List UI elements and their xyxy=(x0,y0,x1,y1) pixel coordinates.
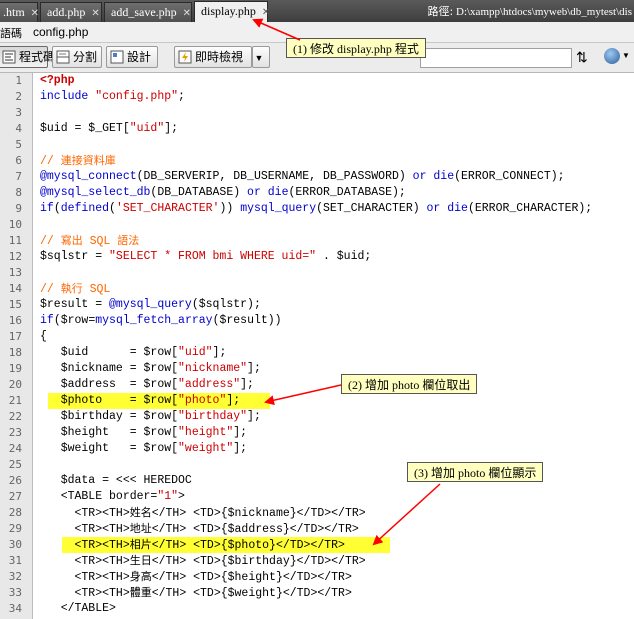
code-line: // 寫出 SQL 語法 xyxy=(40,234,140,248)
line-number: 19 xyxy=(8,362,22,375)
code-line: $uid = $row["uid"]; xyxy=(40,346,227,359)
code-line: </TABLE> xyxy=(40,602,116,615)
line-number: 11 xyxy=(8,234,22,247)
callout-1: (1) 修改 display.php 程式 xyxy=(286,38,426,58)
split-view-button[interactable]: 分割 xyxy=(52,46,102,68)
sort-icon[interactable]: ⇅ xyxy=(576,49,588,66)
line-number: 29 xyxy=(8,522,22,535)
line-number: 22 xyxy=(8,410,22,423)
line-number: 12 xyxy=(8,250,22,263)
line-number: 1 xyxy=(15,74,22,87)
code-line: <TR><TH>相片</TH> <TD>{$photo}</TD></TR> xyxy=(40,538,345,552)
design-view-button[interactable]: 設計 xyxy=(106,46,158,68)
tab-htm[interactable]: .htm ✕ xyxy=(0,2,39,22)
code-line: $data = <<< HEREDOC xyxy=(40,474,192,487)
code-line: $weight = $row["weight"]; xyxy=(40,442,248,455)
line-number: 6 xyxy=(15,154,22,167)
code-line: $address = $row["address"]; xyxy=(40,378,254,391)
code-line: $nickname = $row["nickname"]; xyxy=(40,362,261,375)
code-icon xyxy=(2,50,16,64)
line-number: 3 xyxy=(15,106,22,119)
code-line: include "config.php"; xyxy=(40,90,185,103)
line-number: 20 xyxy=(8,378,22,391)
address-field[interactable] xyxy=(420,48,572,68)
line-number: 10 xyxy=(8,218,22,231)
code-line: <?php xyxy=(40,74,75,87)
chevron-down-icon: ▼ xyxy=(254,53,264,63)
line-number: 8 xyxy=(15,186,22,199)
line-number: 5 xyxy=(15,138,22,151)
close-icon[interactable]: ✕ xyxy=(91,8,99,19)
line-number: 2 xyxy=(15,90,22,103)
line-number: 27 xyxy=(8,490,22,503)
callout-3: (3) 增加 photo 欄位顯示 xyxy=(407,462,544,482)
code-line: <TR><TH>身高</TH> <TD>{$height}</TD></TR> xyxy=(40,570,352,584)
callout-2: (2) 增加 photo 欄位取出 xyxy=(341,374,478,394)
line-number: 4 xyxy=(15,122,22,135)
line-number: 21 xyxy=(8,394,22,407)
code-line: <TABLE border="1"> xyxy=(40,490,185,503)
line-number: 13 xyxy=(8,266,22,279)
related-file-config[interactable]: config.php xyxy=(33,25,88,39)
code-line: <TR><TH>生日</TH> <TD>{$birthday}</TD></TR… xyxy=(40,554,366,568)
code-line: // 執行 SQL xyxy=(40,282,111,296)
line-number: 32 xyxy=(8,570,22,583)
line-number: 18 xyxy=(8,346,22,359)
line-number: 24 xyxy=(8,442,22,455)
line-number: 26 xyxy=(8,474,22,487)
line-number: 28 xyxy=(8,506,22,519)
code-line: { xyxy=(40,330,47,343)
tab-add-save-php[interactable]: add_save.php ✕ xyxy=(104,2,192,22)
code-line: <TR><TH>體重</TH> <TD>{$weight}</TD></TR> xyxy=(40,586,352,600)
code-line: <TR><TH>姓名</TH> <TD>{$nickname}</TD></TR… xyxy=(40,506,366,520)
line-number: 31 xyxy=(8,554,22,567)
line-number: 7 xyxy=(15,170,22,183)
line-number: 34 xyxy=(8,602,22,615)
file-path: 路徑: D:\xampp\htdocs\myweb\db_mytest\dis xyxy=(427,5,632,18)
split-icon xyxy=(56,50,70,64)
code-editor[interactable]: 1 2 3 4 5 6 7 8 9 10 11 12 13 14 15 16 17 18 19 20 21 22 23 24 2… xyxy=(0,73,634,619)
line-number: 30 xyxy=(8,538,22,551)
code-line: $uid = $_GET["uid"]; xyxy=(40,122,179,135)
live-view-dropdown[interactable]: ▼ xyxy=(252,46,270,68)
source-code-label[interactable]: 語碼 xyxy=(0,25,22,41)
code-line: @mysql_select_db(DB_DATABASE) or die(ERR… xyxy=(40,186,406,199)
code-line: $sqlstr = "SELECT * FROM bmi WHERE uid="… xyxy=(40,250,372,263)
line-number: 15 xyxy=(8,298,22,311)
chevron-down-icon[interactable]: ▼ xyxy=(622,51,630,60)
line-number: 17 xyxy=(8,330,22,343)
code-line: $birthday = $row["birthday"]; xyxy=(40,410,261,423)
line-number: 25 xyxy=(8,458,22,471)
line-number: 23 xyxy=(8,426,22,439)
close-icon[interactable]: ✕ xyxy=(183,8,191,19)
live-view-button[interactable]: 即時檢視 xyxy=(174,46,252,68)
document-tab-bar: .htm ✕ add.php ✕ add_save.php ✕ display.php… xyxy=(0,0,634,22)
globe-icon[interactable] xyxy=(604,48,620,64)
code-line: if(defined('SET_CHARACTER')) mysql_query… xyxy=(40,202,593,215)
code-line: if($row=mysql_fetch_array($result)) xyxy=(40,314,282,327)
code-line: <TR><TH>地址</TH> <TD>{$address}</TD></TR> xyxy=(40,522,359,536)
tab-add-php[interactable]: add.php ✕ xyxy=(40,2,102,22)
code-line: // 連接資料庫 xyxy=(40,154,116,168)
lightning-icon xyxy=(178,50,192,64)
line-number: 16 xyxy=(8,314,22,327)
code-line: $height = $row["height"]; xyxy=(40,426,248,439)
line-number: 9 xyxy=(15,202,22,215)
design-icon xyxy=(110,50,124,64)
line-number-gutter: 1 2 3 4 5 6 7 8 9 10 11 12 13 14 15 16 17 18 19 20 21 22 23 24 2… xyxy=(0,73,33,619)
tab-display-php[interactable]: display.php ✕ xyxy=(194,1,270,22)
close-icon[interactable]: ✕ xyxy=(31,8,39,19)
code-view-button[interactable]: 程式碼 xyxy=(0,46,55,68)
code-line: $photo = $row["photo"]; xyxy=(40,394,241,407)
code-line: $result = @mysql_query($sqlstr); xyxy=(40,298,261,311)
code-line: @mysql_connect(DB_SERVERIP, DB_USERNAME,… xyxy=(40,170,565,183)
line-number: 14 xyxy=(8,282,22,295)
close-icon[interactable]: ✕ xyxy=(262,7,270,18)
line-number: 33 xyxy=(8,586,22,599)
